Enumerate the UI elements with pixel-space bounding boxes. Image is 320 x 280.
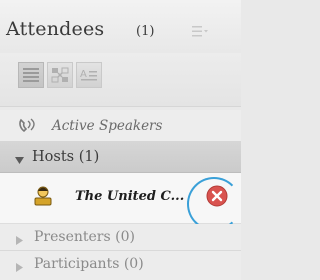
pod-options-menu-icon[interactable] (192, 26, 208, 37)
speaker-phone-icon (18, 117, 38, 139)
svg-text:A: A (80, 69, 87, 80)
attendee-name: The United C... (75, 189, 185, 204)
pod-title: Attendees (6, 18, 105, 40)
sort-icon: A (80, 69, 97, 81)
active-speakers-label: Active Speakers (52, 118, 163, 134)
attendee-count: (1) (136, 24, 155, 39)
active-speakers-row[interactable]: Active Speakers (0, 110, 241, 142)
breakout-view-icon (51, 67, 69, 83)
hosts-section-header[interactable]: Hosts (1) (0, 142, 241, 173)
expand-right-arrow-icon (16, 233, 23, 249)
presenters-section-header[interactable]: Presenters (0) (0, 224, 241, 251)
expand-right-arrow-icon (16, 260, 23, 276)
expand-down-arrow-icon (15, 153, 24, 169)
list-view-button[interactable] (18, 62, 44, 88)
attendees-pod-header: Attendees (1) (0, 0, 241, 53)
participants-label: Participants (0) (34, 256, 144, 272)
highlight-ring (187, 177, 241, 231)
attendee-view-toolbar: A (0, 53, 241, 107)
participants-section-header[interactable]: Participants (0) (0, 251, 241, 280)
sort-button[interactable]: A (76, 62, 102, 88)
hosts-label: Hosts (1) (32, 149, 100, 165)
presenters-label: Presenters (0) (34, 229, 135, 245)
host-avatar-icon (33, 184, 53, 210)
list-view-icon (23, 68, 39, 82)
breakout-view-button[interactable] (47, 62, 73, 88)
